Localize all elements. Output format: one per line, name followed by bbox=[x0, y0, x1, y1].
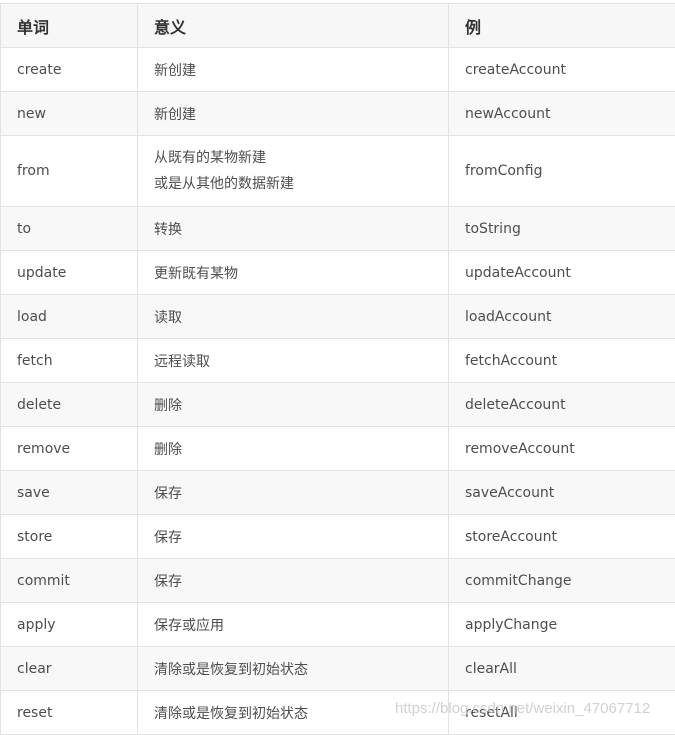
header-example: 例 bbox=[449, 4, 675, 48]
cell-word: create bbox=[1, 48, 138, 92]
cell-example: applyChange bbox=[449, 603, 675, 647]
cell-meaning: 保存 bbox=[138, 515, 449, 559]
cell-example: saveAccount bbox=[449, 471, 675, 515]
table-row: store 保存 storeAccount bbox=[1, 515, 675, 559]
cell-example: loadAccount bbox=[449, 295, 675, 339]
cell-meaning: 保存 bbox=[138, 471, 449, 515]
table-row: apply 保存或应用 applyChange bbox=[1, 603, 675, 647]
header-meaning: 意义 bbox=[138, 4, 449, 48]
cell-word: fetch bbox=[1, 339, 138, 383]
cell-meaning: 读取 bbox=[138, 295, 449, 339]
cell-word: update bbox=[1, 251, 138, 295]
cell-word: from bbox=[1, 136, 138, 207]
table-row: update 更新既有某物 updateAccount bbox=[1, 251, 675, 295]
cell-meaning: 清除或是恢复到初始状态 bbox=[138, 691, 449, 735]
naming-table: 单词 意义 例 create 新创建 createAccount new 新创建… bbox=[0, 3, 675, 735]
cell-meaning: 新创建 bbox=[138, 92, 449, 136]
table-row: create 新创建 createAccount bbox=[1, 48, 675, 92]
table-row: load 读取 loadAccount bbox=[1, 295, 675, 339]
cell-example: toString bbox=[449, 207, 675, 251]
table-row: commit 保存 commitChange bbox=[1, 559, 675, 603]
cell-example: fetchAccount bbox=[449, 339, 675, 383]
cell-word: delete bbox=[1, 383, 138, 427]
table-row: delete 删除 deleteAccount bbox=[1, 383, 675, 427]
cell-word: store bbox=[1, 515, 138, 559]
table-row: clear 清除或是恢复到初始状态 clearAll bbox=[1, 647, 675, 691]
table-row: new 新创建 newAccount bbox=[1, 92, 675, 136]
table-row: fetch 远程读取 fetchAccount bbox=[1, 339, 675, 383]
cell-word: apply bbox=[1, 603, 138, 647]
cell-example: updateAccount bbox=[449, 251, 675, 295]
cell-word: remove bbox=[1, 427, 138, 471]
cell-meaning: 新创建 bbox=[138, 48, 449, 92]
cell-word: save bbox=[1, 471, 138, 515]
table-header-row: 单词 意义 例 bbox=[1, 4, 675, 48]
cell-word: reset bbox=[1, 691, 138, 735]
cell-example: createAccount bbox=[449, 48, 675, 92]
cell-word: clear bbox=[1, 647, 138, 691]
cell-meaning: 远程读取 bbox=[138, 339, 449, 383]
cell-word: new bbox=[1, 92, 138, 136]
cell-meaning: 清除或是恢复到初始状态 bbox=[138, 647, 449, 691]
cell-example: removeAccount bbox=[449, 427, 675, 471]
cell-word: to bbox=[1, 207, 138, 251]
cell-example: clearAll bbox=[449, 647, 675, 691]
cell-example: resetAll bbox=[449, 691, 675, 735]
cell-example: commitChange bbox=[449, 559, 675, 603]
table-row: reset 清除或是恢复到初始状态 resetAll bbox=[1, 691, 675, 735]
cell-example: deleteAccount bbox=[449, 383, 675, 427]
header-word: 单词 bbox=[1, 4, 138, 48]
table-row: to 转换 toString bbox=[1, 207, 675, 251]
cell-example: storeAccount bbox=[449, 515, 675, 559]
table-row: remove 删除 removeAccount bbox=[1, 427, 675, 471]
cell-example: fromConfig bbox=[449, 136, 675, 207]
cell-meaning-line: 或是从其他的数据新建 bbox=[154, 171, 432, 197]
cell-word: load bbox=[1, 295, 138, 339]
table-row: save 保存 saveAccount bbox=[1, 471, 675, 515]
cell-meaning-line: 从既有的某物新建 bbox=[154, 145, 432, 171]
cell-meaning: 保存 bbox=[138, 559, 449, 603]
cell-meaning: 更新既有某物 bbox=[138, 251, 449, 295]
cell-example: newAccount bbox=[449, 92, 675, 136]
cell-meaning: 从既有的某物新建 或是从其他的数据新建 bbox=[138, 136, 449, 207]
cell-meaning: 删除 bbox=[138, 383, 449, 427]
cell-meaning: 保存或应用 bbox=[138, 603, 449, 647]
table-row: from 从既有的某物新建 或是从其他的数据新建 fromConfig bbox=[1, 136, 675, 207]
cell-meaning: 删除 bbox=[138, 427, 449, 471]
cell-meaning: 转换 bbox=[138, 207, 449, 251]
cell-word: commit bbox=[1, 559, 138, 603]
